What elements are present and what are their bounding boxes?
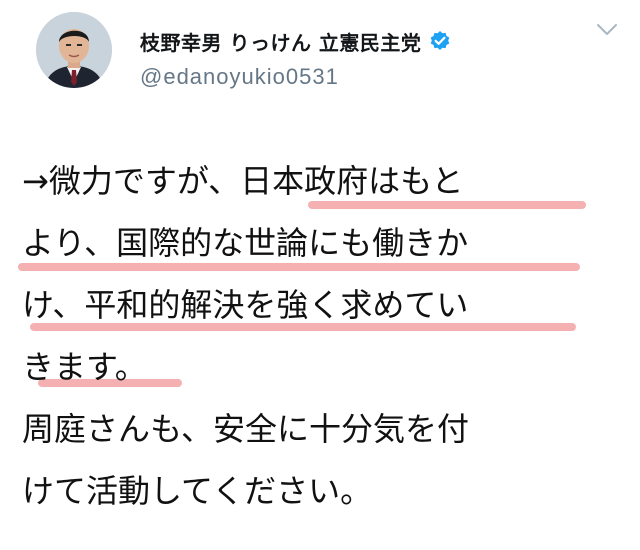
tweet-line: けて活動してください。 — [22, 472, 373, 510]
tweet-line: より、国際的な世論にも働きか — [22, 224, 469, 262]
tweet-line: きます。 — [22, 348, 147, 386]
verified-badge-icon — [429, 30, 451, 52]
tweet-card: 枝野幸男 りっけん 立憲民主党 @edanoyukio0531 →微力ですが、日… — [0, 0, 640, 550]
user-handle[interactable]: @edanoyukio0531 — [140, 64, 339, 90]
avatar-photo — [36, 12, 112, 88]
tweet-line: け、平和的解決を強く求めてい — [22, 286, 469, 324]
avatar[interactable] — [36, 12, 112, 88]
name-row: 枝野幸男 りっけん 立憲民主党 — [140, 24, 451, 58]
chevron-down-icon[interactable] — [596, 22, 618, 36]
tweet-line: →微力ですが、日本政府はもと — [22, 162, 464, 200]
tweet-text: →微力ですが、日本政府はもと より、国際的な世論にも働きか け、平和的解決を強く… — [22, 150, 622, 522]
display-name[interactable]: 枝野幸男 りっけん 立憲民主党 — [140, 27, 421, 56]
tweet-header: 枝野幸男 りっけん 立憲民主党 @edanoyukio0531 — [36, 12, 626, 112]
tweet-line: 周庭さんも、安全に十分気を付 — [22, 410, 470, 448]
